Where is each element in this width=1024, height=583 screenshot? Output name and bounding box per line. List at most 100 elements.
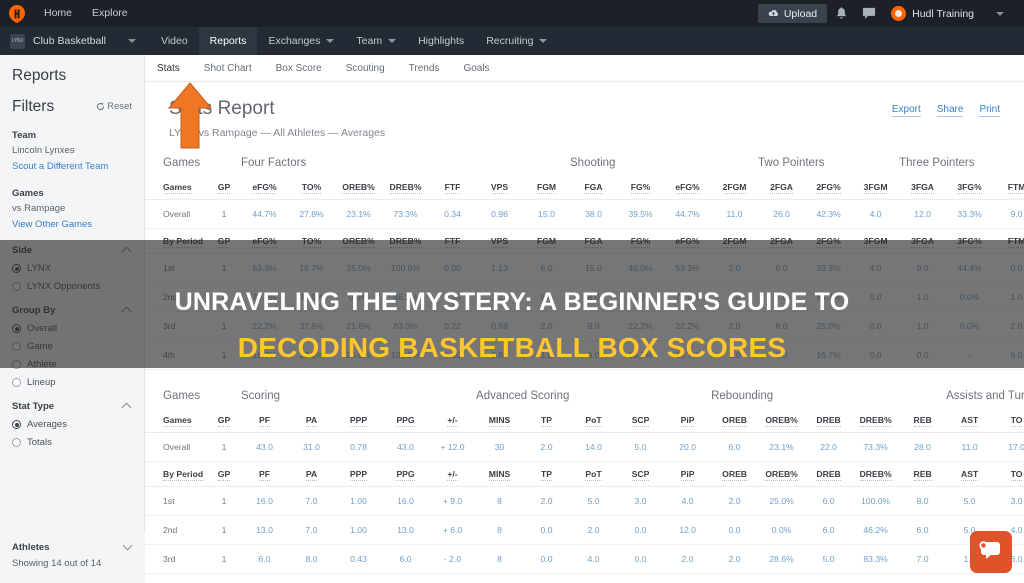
global-nav-home[interactable]: Home: [34, 0, 82, 27]
table-bottom-col-header[interactable]: DREB%: [852, 461, 900, 487]
table-top-col-header[interactable]: GP: [207, 175, 242, 200]
table-top-col-header[interactable]: FG%: [617, 175, 665, 200]
table-top-col-header[interactable]: 2FGA: [758, 228, 806, 254]
table-bottom-col-header[interactable]: Games: [145, 408, 207, 433]
table-bottom-col-header[interactable]: PiP: [664, 461, 712, 487]
filter-groupby-athlete[interactable]: Athlete: [12, 359, 132, 370]
tab-goals[interactable]: Goals: [451, 63, 501, 81]
table-top-col-header[interactable]: FG%: [617, 228, 665, 254]
team-nav-exchanges[interactable]: Exchanges: [257, 27, 345, 55]
table-bottom-col-header[interactable]: PPG: [382, 461, 430, 487]
table-top-col-header[interactable]: 2FGA: [758, 175, 806, 200]
team-selector[interactable]: LYNX Club Basketball: [0, 27, 150, 55]
tab-trends[interactable]: Trends: [397, 63, 452, 81]
table-bottom-col-header[interactable]: +/-: [429, 408, 477, 433]
chevron-down-icon[interactable]: [996, 11, 1004, 16]
table-top-col-header[interactable]: FTM: [993, 175, 1024, 200]
team-nav-recruiting[interactable]: Recruiting: [475, 27, 558, 55]
view-other-games-link[interactable]: View Other Games: [12, 219, 92, 230]
table-bottom-col-header[interactable]: PiP: [664, 408, 712, 433]
chevron-up-icon[interactable]: [123, 402, 132, 411]
table-top-col-header[interactable]: Games: [145, 175, 207, 200]
filter-groupby-overall[interactable]: Overall: [12, 323, 132, 334]
table-bottom-col-header[interactable]: DREB%: [852, 408, 900, 433]
table-top-col-header[interactable]: 3FG%: [946, 228, 994, 254]
filter-stattype-totals[interactable]: Totals: [12, 437, 132, 448]
table-bottom-col-header[interactable]: REB: [899, 461, 947, 487]
table-top-col-header[interactable]: eFG%: [241, 228, 289, 254]
table-top-col-header[interactable]: VPS: [476, 228, 524, 254]
table-bottom-col-header[interactable]: PA: [288, 461, 336, 487]
filter-side-option-opponents[interactable]: LYNX Opponents: [12, 281, 132, 292]
table-top-col-header[interactable]: OREB%: [335, 228, 383, 254]
filter-groupby-lineup[interactable]: Lineup: [12, 377, 132, 388]
table-top-col-header[interactable]: DREB%: [382, 228, 430, 254]
table-bottom-col-header[interactable]: SCP: [617, 408, 665, 433]
table-bottom-col-header[interactable]: PF: [241, 461, 289, 487]
filter-groupby-game[interactable]: Game: [12, 341, 132, 352]
table-bottom-col-header[interactable]: OREB: [711, 461, 759, 487]
team-nav-team[interactable]: Team: [345, 27, 407, 55]
support-chat-button[interactable]: [970, 531, 1012, 573]
table-bottom-col-header[interactable]: REB: [899, 408, 947, 433]
table-top-col-header[interactable]: FTM: [993, 228, 1024, 254]
table-bottom-col-header[interactable]: TO: [993, 408, 1024, 433]
table-bottom-col-header[interactable]: AST: [946, 461, 994, 487]
chevron-up-icon[interactable]: [123, 246, 132, 255]
team-nav-reports[interactable]: Reports: [198, 27, 258, 55]
table-top-col-header[interactable]: 3FGA: [899, 228, 947, 254]
tab-scouting[interactable]: Scouting: [334, 63, 397, 81]
table-bottom-col-header[interactable]: MINS: [476, 461, 524, 487]
table-bottom-col-header[interactable]: PF: [241, 408, 289, 433]
table-bottom-col-header[interactable]: TP: [523, 408, 571, 433]
table-bottom-col-header[interactable]: AST: [946, 408, 994, 433]
table-top-col-header[interactable]: VPS: [476, 175, 524, 200]
table-bottom-col-header[interactable]: MINS: [476, 408, 524, 433]
user-menu[interactable]: Hudl Training: [883, 6, 978, 21]
scout-different-team-link[interactable]: Scout a Different Team: [12, 161, 108, 172]
table-top-col-header[interactable]: FGM: [523, 175, 571, 200]
table-top-col-header[interactable]: FTF: [429, 228, 477, 254]
table-top-col-header[interactable]: 3FGM: [852, 228, 900, 254]
table-bottom-col-header[interactable]: TP: [523, 461, 571, 487]
table-top-col-header[interactable]: 2FGM: [711, 175, 759, 200]
table-bottom-col-header[interactable]: PPG: [382, 408, 430, 433]
table-bottom-col-header[interactable]: PoT: [570, 461, 618, 487]
table-bottom-col-header[interactable]: DREB: [805, 461, 853, 487]
table-top-col-header[interactable]: DREB%: [382, 175, 430, 200]
tab-shot-chart[interactable]: Shot Chart: [192, 63, 264, 81]
upload-button[interactable]: Upload: [757, 4, 828, 23]
team-nav-video[interactable]: Video: [150, 27, 199, 55]
messages-chat-icon[interactable]: [855, 0, 883, 27]
chevron-down-icon[interactable]: [124, 543, 133, 552]
table-bottom-col-header[interactable]: GP: [207, 408, 242, 433]
table-top-col-header[interactable]: FGA: [570, 228, 618, 254]
table-top-col-header[interactable]: FGM: [523, 228, 571, 254]
filter-stattype-averages[interactable]: Averages: [12, 419, 132, 430]
table-top-col-header[interactable]: OREB%: [335, 175, 383, 200]
global-nav-explore[interactable]: Explore: [82, 0, 138, 27]
filter-side-option-lynx[interactable]: LYNX: [12, 263, 132, 274]
table-top-col-header[interactable]: GP: [207, 228, 242, 254]
table-top-col-header[interactable]: 3FGM: [852, 175, 900, 200]
table-bottom-col-header[interactable]: TO: [993, 461, 1024, 487]
share-link[interactable]: Share: [936, 104, 964, 117]
table-top-col-header[interactable]: 3FGA: [899, 175, 947, 200]
table-top-col-header[interactable]: 2FGM: [711, 228, 759, 254]
table-top-col-header[interactable]: 3FG%: [946, 175, 994, 200]
table-bottom-col-header[interactable]: By Period: [145, 461, 207, 487]
table-top-col-header[interactable]: TO%: [288, 228, 336, 254]
tab-box-score[interactable]: Box Score: [264, 63, 334, 81]
team-nav-highlights[interactable]: Highlights: [407, 27, 475, 55]
table-top-col-header[interactable]: FGA: [570, 175, 618, 200]
table-top-col-header[interactable]: 2FG%: [805, 228, 853, 254]
notifications-bell-icon[interactable]: [827, 0, 855, 27]
filter-groupby-header[interactable]: Group By: [12, 292, 132, 316]
table-bottom-col-header[interactable]: PoT: [570, 408, 618, 433]
filter-side-header[interactable]: Side: [12, 232, 132, 256]
filter-athletes-header[interactable]: Athletes: [12, 542, 133, 553]
export-link[interactable]: Export: [891, 104, 921, 117]
reset-filters-button[interactable]: Reset: [96, 101, 132, 112]
table-bottom-col-header[interactable]: +/-: [429, 461, 477, 487]
table-top-col-header[interactable]: By Period: [145, 228, 207, 254]
